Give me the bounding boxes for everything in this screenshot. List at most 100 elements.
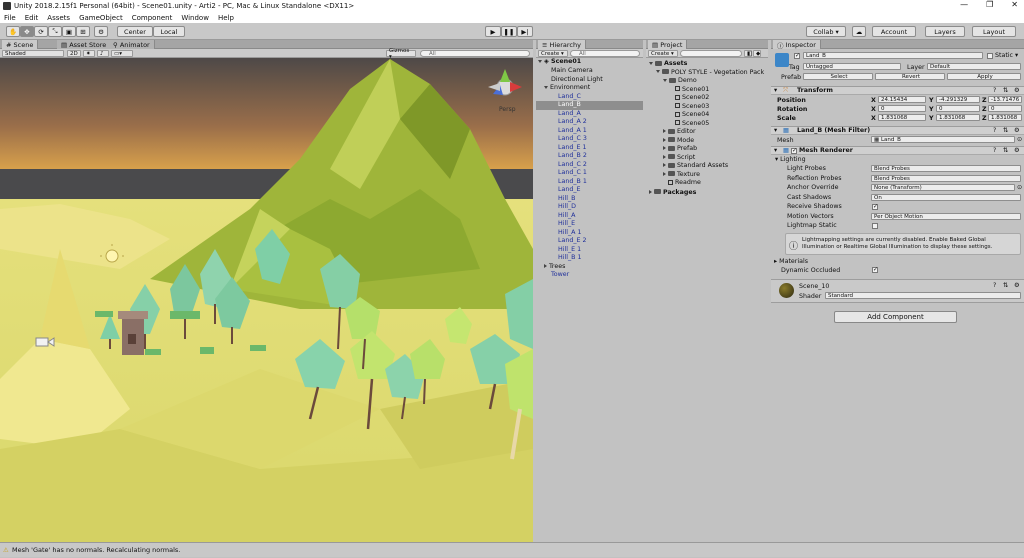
scale-y-field[interactable]: 1.831068 — [936, 114, 980, 121]
move-tool-icon[interactable]: ✥ — [20, 26, 34, 37]
hierarchy-item[interactable]: Main Camera — [536, 67, 643, 76]
rotation-y-field[interactable]: 0 — [936, 105, 980, 112]
project-create-button[interactable]: Create ▾ — [648, 50, 678, 57]
filter-label-icon[interactable]: ◆ — [753, 50, 761, 57]
tab-hierarchy[interactable]: ≡ Hierarchy — [538, 40, 586, 49]
project-item[interactable]: Demo — [646, 77, 768, 86]
hierarchy-item[interactable]: Hill_E 1 — [536, 246, 643, 255]
project-item[interactable]: Texture — [646, 171, 768, 180]
lighting-foldout[interactable]: ▾ Lighting — [775, 156, 806, 163]
hierarchy-search-input[interactable]: All — [570, 50, 640, 57]
settings-gear-icon[interactable]: ⚙ — [1014, 87, 1020, 94]
project-search-input[interactable] — [680, 50, 742, 57]
project-item[interactable]: Scene03 — [646, 103, 768, 112]
mesh-filter-header[interactable]: ▾ ▦ Land_B (Mesh Filter) ? ⇅ ⚙ — [771, 126, 1024, 135]
scale-z-field[interactable]: 1.831068 — [988, 114, 1022, 121]
hierarchy-item[interactable]: Land_E 2 — [536, 237, 643, 246]
expand-arrow-icon[interactable] — [544, 85, 548, 89]
scene-search-input[interactable]: All — [420, 50, 530, 57]
menu-file[interactable]: File — [4, 14, 16, 22]
scale-tool-icon[interactable]: ⤡ — [48, 26, 62, 37]
prefab-revert-button[interactable]: Revert — [875, 73, 945, 80]
preset-icon[interactable]: ⇅ — [1003, 127, 1008, 134]
step-button[interactable]: ▶| — [517, 26, 533, 37]
expand-arrow-icon[interactable] — [544, 263, 547, 268]
menu-gameobject[interactable]: GameObject — [79, 14, 123, 22]
effects-dropdown-icon[interactable]: ▭▾ — [111, 50, 133, 57]
hierarchy-item[interactable]: Hill_B — [536, 195, 643, 204]
expand-arrow-icon[interactable] — [663, 129, 666, 133]
shader-dropdown[interactable]: Standard — [825, 292, 1021, 299]
mesh-field[interactable]: ▦ Land_B — [871, 136, 1015, 143]
tag-dropdown[interactable]: Untagged — [803, 63, 901, 70]
mesh-renderer-header[interactable]: ▾ ▦ Mesh Renderer ? ⇅ ⚙ — [771, 146, 1024, 155]
expand-arrow-icon[interactable] — [663, 137, 666, 142]
expand-arrow-icon[interactable] — [656, 70, 660, 73]
hierarchy-item[interactable]: Land_C 1 — [536, 169, 643, 178]
dynamic-occluded-checkbox[interactable] — [872, 266, 878, 273]
hierarchy-item[interactable]: Land_B — [536, 101, 643, 110]
renderer-object-field[interactable]: None (Transform) — [871, 184, 1015, 191]
transform-tool-icon[interactable]: ⊞ — [76, 26, 90, 37]
pause-button[interactable]: ❚❚ — [501, 26, 517, 37]
expand-arrow-icon[interactable] — [663, 78, 667, 82]
collapse-arrow-icon[interactable]: ▾ — [774, 87, 777, 94]
lighting-toggle-icon[interactable]: ✷ — [83, 50, 95, 57]
rect-tool-icon[interactable]: ▣ — [62, 26, 76, 37]
collapse-arrow-icon[interactable]: ▾ — [774, 147, 777, 154]
hierarchy-item[interactable]: Hill_D — [536, 203, 643, 212]
project-item[interactable]: Script — [646, 154, 768, 163]
hierarchy-create-button[interactable]: Create ▾ — [538, 50, 568, 57]
active-checkbox[interactable] — [794, 52, 800, 59]
renderer-dropdown[interactable]: On — [871, 193, 1021, 201]
hierarchy-item[interactable]: Land_C — [536, 93, 643, 102]
rotation-z-field[interactable]: 0 — [988, 105, 1022, 112]
help-icon[interactable]: ? — [993, 282, 996, 289]
close-icon[interactable]: ✕ — [1011, 0, 1018, 9]
hierarchy-item[interactable]: Environment — [536, 84, 643, 93]
pivot-local-button[interactable]: Local — [153, 26, 185, 37]
expand-arrow-icon[interactable] — [663, 154, 666, 159]
hierarchy-item[interactable]: Land_A 2 — [536, 118, 643, 127]
project-item[interactable]: Assets — [646, 60, 768, 69]
transform-header[interactable]: ▾ ⤧ Transform ? ⇅ ⚙ — [771, 86, 1024, 95]
settings-gear-icon[interactable]: ⚙ — [1014, 282, 1020, 289]
hierarchy-item[interactable]: Land_A — [536, 110, 643, 119]
materials-foldout[interactable]: ▸ Materials — [774, 258, 808, 265]
help-icon[interactable]: ? — [993, 87, 996, 94]
help-icon[interactable]: ? — [993, 147, 996, 154]
prefab-apply-button[interactable]: Apply — [947, 73, 1021, 80]
add-component-button[interactable]: Add Component — [834, 311, 957, 323]
project-item[interactable]: Prefab — [646, 145, 768, 154]
rotation-x-field[interactable]: 0 — [878, 105, 926, 112]
menu-edit[interactable]: Edit — [25, 14, 39, 22]
project-item[interactable]: Editor — [646, 128, 768, 137]
hierarchy-item[interactable]: Land_E 1 — [536, 144, 643, 153]
collab-button[interactable]: Collab ▾ — [806, 26, 846, 37]
renderer-dropdown[interactable]: Blend Probes — [871, 165, 1021, 172]
tab-inspector[interactable]: ⓘ Inspector — [773, 40, 821, 50]
expand-arrow-icon[interactable] — [663, 146, 666, 150]
mesh-renderer-enabled-checkbox[interactable] — [791, 147, 797, 154]
object-picker-icon[interactable]: ⊙ — [1017, 184, 1022, 191]
status-message[interactable]: Mesh 'Gate' has no normals. Recalculatin… — [12, 546, 180, 554]
static-dropdown[interactable]: Static ▾ — [995, 52, 1018, 59]
pivot-center-button[interactable]: Center — [117, 26, 153, 37]
hierarchy-item[interactable]: Hill_E — [536, 220, 643, 229]
preset-icon[interactable]: ⇅ — [1003, 282, 1008, 289]
hierarchy-item[interactable]: Hill_A — [536, 212, 643, 221]
project-item[interactable]: Packages — [646, 189, 768, 198]
custom-tool-icon[interactable]: ⚙ — [94, 26, 108, 37]
prefab-select-button[interactable]: Select — [803, 73, 873, 80]
scale-x-field[interactable]: 1.831068 — [878, 114, 926, 121]
collapse-arrow-icon[interactable]: ▾ — [774, 127, 777, 134]
tab-scene[interactable]: # Scene — [2, 40, 39, 49]
tab-project[interactable]: ▤ Project — [648, 40, 688, 49]
audio-toggle-icon[interactable]: ♪ — [97, 50, 109, 57]
help-icon[interactable]: ? — [993, 127, 996, 134]
menu-help[interactable]: Help — [218, 14, 234, 22]
hierarchy-item[interactable]: Land_E — [536, 186, 643, 195]
position-z-field[interactable]: -13.71476 — [988, 96, 1022, 103]
project-item[interactable]: Scene02 — [646, 94, 768, 103]
expand-arrow-icon[interactable] — [538, 59, 542, 63]
